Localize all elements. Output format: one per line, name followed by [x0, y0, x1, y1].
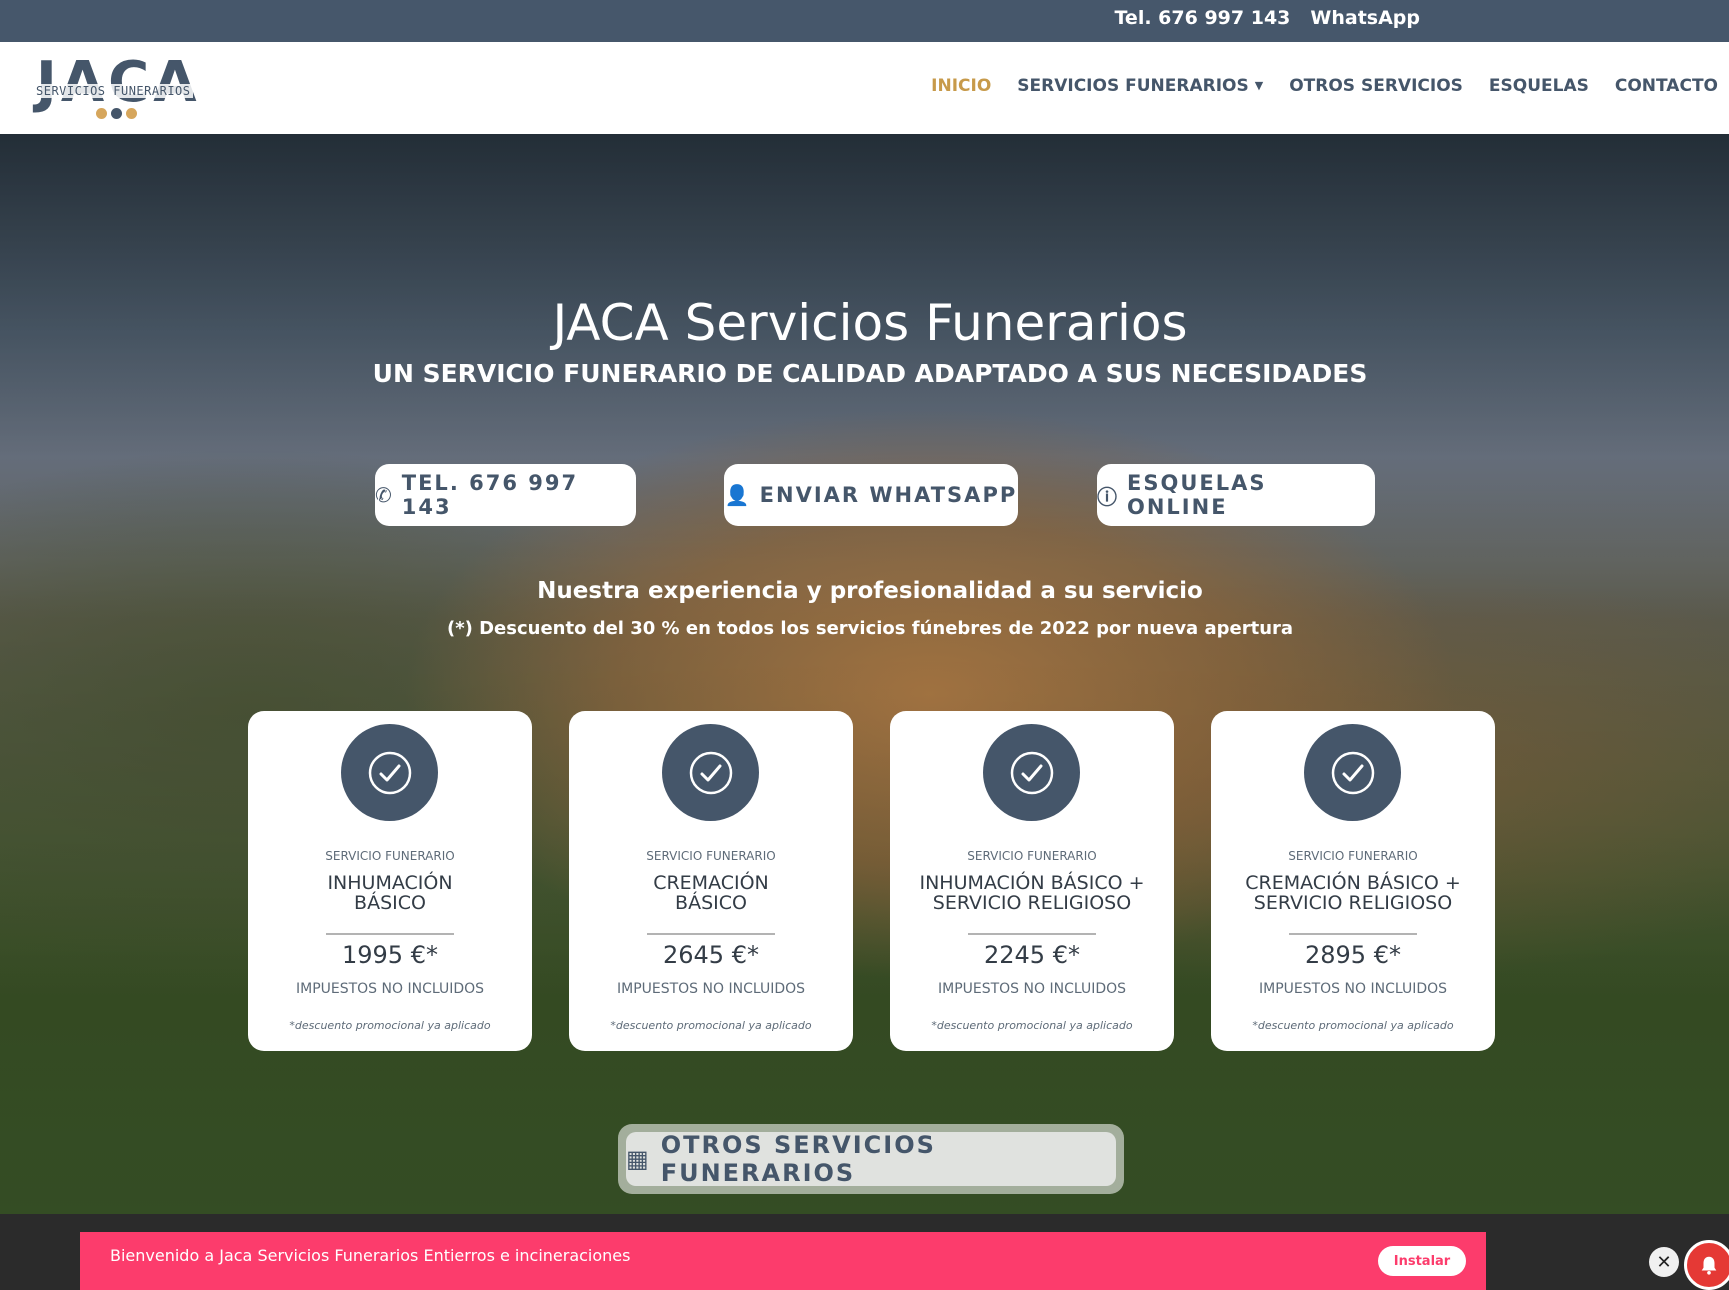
site-header: JACA SERVICIOS FUNERARIOS INICIO SERVICI…: [0, 42, 1729, 134]
card-tax-note: IMPUESTOS NO INCLUIDOS: [616, 981, 806, 997]
install-button[interactable]: Instalar: [1378, 1246, 1466, 1276]
nav-item-contacto[interactable]: CONTACTO: [1615, 76, 1718, 96]
top-contact-links: Tel. 676 997 143 WhatsApp: [1115, 7, 1421, 29]
grid-icon: ▦: [626, 1145, 651, 1173]
card-divider: [1289, 933, 1417, 935]
card-name-line: CREMACIÓN BÁSICO +: [1245, 872, 1461, 894]
check-icon: [689, 751, 732, 794]
logo-dot: [111, 108, 122, 119]
main-nav: INICIO SERVICIOS FUNERARIOS ▼ OTROS SERVI…: [931, 76, 1718, 96]
card-price: 1995 €*: [342, 941, 438, 969]
card-discount-note: *descuento promocional ya aplicado: [1252, 1019, 1454, 1032]
card-tax-note: IMPUESTOS NO INCLUIDOS: [1258, 981, 1448, 997]
card-name-line: SERVICIO RELIGIOSO: [1253, 892, 1453, 914]
hero-title: JACA Servicios Funerarios: [552, 294, 1188, 352]
card-name: CREMACIÓN BÁSICO + SERVICIO RELIGIOSO: [1219, 873, 1487, 913]
call-button[interactable]: ✆ TEL. 676 997 143: [375, 464, 636, 526]
nav-item-servicios-funerarios[interactable]: SERVICIOS FUNERARIOS ▼: [1017, 76, 1263, 96]
card-name-line: INHUMACIÓN: [327, 872, 453, 894]
nav-item-otros-servicios[interactable]: OTROS SERVICIOS: [1289, 76, 1463, 96]
check-circle: [341, 724, 438, 821]
card-name-line: CREMACIÓN: [653, 872, 769, 894]
other-services-label: OTROS SERVICIOS FUNERARIOS: [660, 1131, 936, 1187]
site-logo[interactable]: JACA SERVICIOS FUNERARIOS: [32, 50, 212, 124]
check-icon: [1010, 751, 1053, 794]
card-name: INHUMACIÓN BÁSICO: [256, 873, 524, 913]
check-circle: [983, 724, 1080, 821]
card-divider: [968, 933, 1096, 935]
esquelas-online-label: ESQUELAS ONLINE: [1127, 471, 1267, 519]
card-kicker: SERVICIO FUNERARIO: [1288, 849, 1418, 863]
card-discount-note: *descuento promocional ya aplicado: [289, 1019, 491, 1032]
check-circle: [662, 724, 759, 821]
service-card-inhumacion-religioso[interactable]: SERVICIO FUNERARIO INHUMACIÓN BÁSICO + SE…: [890, 711, 1174, 1051]
chevron-down-icon: ▼: [1254, 79, 1264, 92]
top-contact-bar: Tel. 676 997 143 WhatsApp: [0, 0, 1729, 42]
top-phone-link[interactable]: Tel. 676 997 143: [1115, 7, 1291, 29]
close-icon[interactable]: ✕: [1649, 1247, 1679, 1277]
service-card-cremacion-basico[interactable]: SERVICIO FUNERARIO CREMACIÓN BÁSICO 2645 …: [569, 711, 853, 1051]
esquelas-online-button[interactable]: ⓘ ESQUELAS ONLINE: [1097, 464, 1375, 526]
hero-tagline: Nuestra experiencia y profesionalidad a …: [537, 578, 1203, 604]
notification-bell-icon[interactable]: [1684, 1240, 1729, 1290]
card-discount-note: *descuento promocional ya aplicado: [931, 1019, 1133, 1032]
check-circle: [1304, 724, 1401, 821]
card-tax-note: IMPUESTOS NO INCLUIDOS: [937, 981, 1127, 997]
whatsapp-button-label: ENVIAR WHATSAPP: [759, 483, 1018, 507]
card-price: 2645 €*: [663, 941, 759, 969]
phone-icon: ✆: [375, 483, 394, 507]
check-icon: [368, 751, 411, 794]
card-kicker: SERVICIO FUNERARIO: [325, 849, 455, 863]
call-button-label: TEL. 676 997 143: [401, 471, 579, 519]
nav-item-esquelas[interactable]: ESQUELAS: [1489, 76, 1589, 96]
bell-glyph: [1701, 1256, 1717, 1275]
info-icon: ⓘ: [1097, 484, 1119, 509]
whatsapp-button[interactable]: 👤 ENVIAR WHATSAPP: [724, 464, 1018, 526]
card-name: INHUMACIÓN BÁSICO + SERVICIO RELIGIOSO: [898, 873, 1166, 913]
card-name-line: INHUMACIÓN BÁSICO +: [919, 872, 1145, 894]
nav-item-inicio[interactable]: INICIO: [931, 76, 991, 96]
card-price: 2895 €*: [1305, 941, 1401, 969]
logo-dot: [126, 108, 137, 119]
top-whatsapp-link[interactable]: WhatsApp: [1310, 7, 1420, 29]
logo-dot: [96, 108, 107, 119]
card-kicker: SERVICIO FUNERARIO: [646, 849, 776, 863]
card-name-line: SERVICIO RELIGIOSO: [932, 892, 1132, 914]
service-card-inhumacion-basico[interactable]: SERVICIO FUNERARIO INHUMACIÓN BÁSICO 1995…: [248, 711, 532, 1051]
check-icon: [1331, 751, 1374, 794]
other-services-inner: ▦ OTROS SERVICIOS FUNERARIOS: [626, 1131, 1116, 1187]
logo-subtitle: SERVICIOS FUNERARIOS: [34, 84, 193, 98]
hero-promo: (*) Descuento del 30 % en todos los serv…: [446, 618, 1294, 639]
card-name-line: BÁSICO: [675, 892, 747, 914]
install-banner: Bienvenido a Jaca Servicios Funerarios E…: [80, 1232, 1486, 1290]
card-price: 2245 €*: [984, 941, 1080, 969]
logo-dots: [96, 108, 137, 119]
install-banner-message: Bienvenido a Jaca Servicios Funerarios E…: [110, 1246, 631, 1265]
service-card-cremacion-religioso[interactable]: SERVICIO FUNERARIO CREMACIÓN BÁSICO + SER…: [1211, 711, 1495, 1051]
card-kicker: SERVICIO FUNERARIO: [967, 849, 1097, 863]
hero-subtitle: UN SERVICIO FUNERARIO DE CALIDAD ADAPTAD…: [372, 359, 1368, 388]
card-discount-note: *descuento promocional ya aplicado: [610, 1019, 812, 1032]
other-services-button[interactable]: ▦ OTROS SERVICIOS FUNERARIOS: [618, 1124, 1124, 1194]
nav-item-label: SERVICIOS FUNERARIOS: [1017, 76, 1249, 96]
logo-letters: JACA: [36, 50, 201, 115]
card-tax-note: IMPUESTOS NO INCLUIDOS: [295, 981, 485, 997]
hero-section: JACA Servicios Funerarios UN SERVICIO FU…: [0, 134, 1729, 1214]
card-divider: [647, 933, 775, 935]
user-icon: 👤: [724, 483, 752, 507]
card-name-line: BÁSICO: [354, 892, 426, 914]
card-name: CREMACIÓN BÁSICO: [577, 873, 845, 913]
card-divider: [326, 933, 454, 935]
